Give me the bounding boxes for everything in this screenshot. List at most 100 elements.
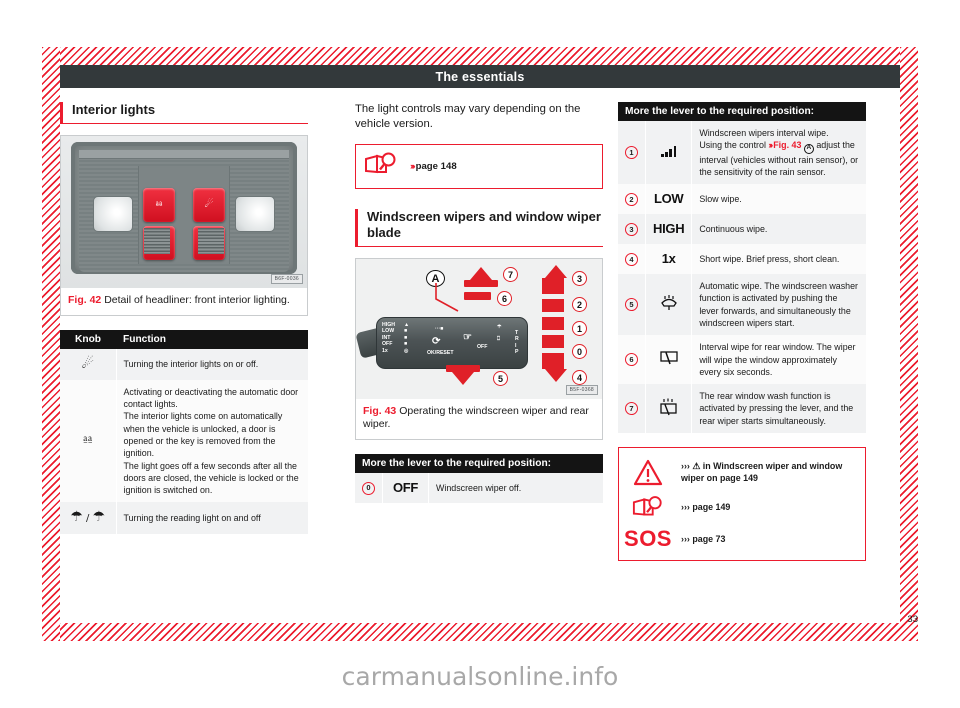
- high-speed-icon: HIGH: [653, 221, 685, 237]
- figure-43-crossref[interactable]: Fig. 43: [773, 140, 801, 150]
- rear-wiper-icon: [658, 351, 680, 369]
- interior-light-icon: ☄: [81, 355, 95, 372]
- column-header-knob: Knob: [60, 329, 116, 349]
- position-arrow-stack: [542, 264, 567, 382]
- headliner-illustration: ⎂ ☄ ☂ ☂: [61, 136, 307, 288]
- interior-lights-table: Knob Function ☄ Turning the interior lig…: [60, 329, 308, 534]
- callout-7: 7: [503, 265, 518, 283]
- function-cell: Turning the interior lights on or off.: [115, 348, 308, 380]
- position-description-cell: Windscreen wiper off.: [428, 473, 603, 503]
- position-icon-cell: [644, 274, 692, 336]
- position-number-cell: 0: [355, 473, 383, 503]
- note-reference-text: ››› page 149: [681, 501, 731, 512]
- arrow-forward: [464, 266, 498, 287]
- table-row: ☄ Turning the interior lights on or off.: [60, 348, 308, 380]
- reference-page: page 148: [415, 161, 457, 173]
- figure-42-caption: Fig. 42 Detail of headliner: front inter…: [61, 288, 307, 315]
- reference-text: ››› page 148: [410, 161, 457, 172]
- figure-42-caption-text: Detail of headliner: front interior ligh…: [104, 293, 290, 306]
- position-badge: 7: [625, 402, 638, 416]
- position-description-cell: Interval wipe for rear window. The wiper…: [691, 335, 866, 385]
- note-reference: ››› page 149: [625, 495, 859, 519]
- intro-paragraph: The light controls may vary depending on…: [355, 103, 581, 131]
- figure-43-label: Fig. 43: [363, 404, 397, 417]
- table-row: ⎂ Activating or deactivating the automat…: [60, 379, 308, 503]
- position-badge: 1: [625, 146, 638, 160]
- function-cell: Activating or deactivating the automatic…: [115, 379, 308, 503]
- figure-42-label: Fig. 42: [68, 293, 102, 306]
- position-icon-cell: HIGH: [644, 214, 692, 245]
- rear-washer-icon: [658, 398, 680, 418]
- column-header-lever-position: More the lever to the required position:: [355, 454, 603, 474]
- book-magnifier-icon: [364, 152, 398, 181]
- sos-label: SOS: [624, 525, 672, 551]
- table-row: 1 Windscreen wipers interval wipe. Using…: [618, 121, 866, 185]
- position-icon-cell: [644, 384, 692, 433]
- position-icon-cell: OFF: [382, 473, 429, 503]
- note-warning-text: ››› ⚠ in Windscreen wiper and window wip…: [681, 461, 843, 484]
- position-description-cell: Continuous wipe.: [691, 214, 866, 245]
- position-number-cell: 3: [618, 214, 646, 245]
- wiper-off-icon: OFF: [392, 480, 419, 496]
- position-icon-cell: 1x: [644, 244, 692, 275]
- function-cell: Turning the reading light on and off: [115, 502, 308, 534]
- position-badge: 2: [625, 192, 638, 206]
- wiper-stalk-illustration: A 7 6 HIGH LOW INT OFF 1x ▲ ■ ■ ■ ◎ OK/R…: [356, 258, 602, 399]
- column-left: Interior lights ⎂ ☄ ☂ ☂: [60, 102, 308, 534]
- headliner-button-door-contact: ⎂: [143, 187, 175, 222]
- sos-icon: SOS: [624, 525, 672, 551]
- headliner-button-interior-light: ☄: [193, 187, 225, 222]
- arrow-down-reset: [446, 364, 480, 385]
- figure-43-caption: Fig. 43 Operating the windscreen wiper a…: [356, 399, 602, 439]
- page-number: 33: [907, 614, 918, 625]
- table-row: 3 HIGH Continuous wipe.: [618, 214, 866, 245]
- chevron-triple-icon: ›››: [410, 161, 415, 173]
- knob-icon-cell: ☂ / ☂: [60, 502, 116, 534]
- column-middle: The light controls may vary depending on…: [355, 102, 603, 503]
- callout-6: 6: [497, 289, 512, 307]
- arrow-press: [464, 291, 491, 300]
- position-number-cell: 6: [618, 335, 646, 385]
- reference-box-page-148: ››› page 148: [355, 144, 603, 190]
- callout-4: 4: [572, 368, 587, 386]
- callout-2: 2: [572, 295, 587, 313]
- table-header-row: Knob Function: [60, 329, 308, 349]
- windscreen-washer-icon: [659, 295, 679, 314]
- page-border-hatch-right: [900, 47, 918, 641]
- table-row: 5 Automatic wipe. The windscreen washer …: [618, 274, 866, 336]
- position-description-cell: Short wipe. Brief press, short clean.: [691, 244, 866, 275]
- column-header-function: Function: [116, 329, 308, 349]
- figure-42-code: B6F-0036: [270, 273, 303, 284]
- table-row: 7 The rear window wash function is activ…: [618, 384, 866, 433]
- warning-triangle-icon: [625, 459, 671, 486]
- note-warning: ››› ⚠ in Windscreen wiper and window wip…: [625, 459, 859, 486]
- position-number-cell: 5: [618, 274, 646, 336]
- site-watermark: carmanualsonline.info: [341, 662, 619, 691]
- callout-5: 5: [493, 369, 508, 387]
- page-border-hatch-bottom: [42, 623, 918, 641]
- callout-A-ref: A: [803, 143, 814, 154]
- position-number-cell: 2: [618, 184, 646, 215]
- notes-box: ››› ⚠ in Windscreen wiper and window wip…: [618, 446, 866, 561]
- figure-43-code: B5F-0368: [565, 384, 598, 395]
- door-contact-light-icon: ⎂: [82, 432, 94, 449]
- column-right: More the lever to the required position:…: [618, 102, 866, 561]
- section-heading-windscreen-wipers: Windscreen wipers and window wiper blade: [355, 209, 603, 247]
- reading-light-pair-icon: ☂ / ☂: [70, 509, 106, 526]
- figure-43-caption-text: Operating the windscreen wiper and rear …: [363, 404, 589, 431]
- table-row: 0 OFF Windscreen wiper off.: [355, 473, 603, 503]
- table-row: 4 1x Short wipe. Brief press, short clea…: [618, 244, 866, 275]
- position-badge: 5: [625, 298, 638, 312]
- position-badge: 6: [625, 353, 638, 367]
- table-row: 2 LOW Slow wipe.: [618, 184, 866, 215]
- figure-42-image: ⎂ ☄ ☂ ☂: [61, 135, 307, 288]
- wiper-off-table: More the lever to the required position:…: [355, 454, 603, 503]
- chevron-triple-icon: ›››: [768, 140, 773, 151]
- interval-bars-icon: [661, 145, 677, 158]
- position-badge: 4: [625, 252, 638, 266]
- knob-icon-cell: ☄: [60, 348, 116, 380]
- position-description-cell: The rear window wash function is activat…: [691, 384, 866, 433]
- note-sos-text: ››› page 73: [681, 533, 726, 544]
- running-head: The essentials: [60, 65, 900, 88]
- wiper-stalk: HIGH LOW INT OFF 1x ▲ ■ ■ ■ ◎ OK/RESET ···■ ⟳ ☞ …: [376, 316, 528, 369]
